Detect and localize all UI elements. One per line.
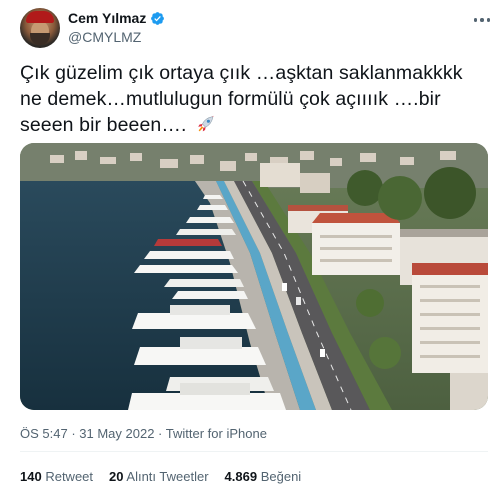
retweet-count-number: 140 [20,469,42,484]
tweet-timestamp: ÖS 5:47 · 31 May 2022 · Twitter for iPho… [20,426,267,441]
tweet-date[interactable]: 31 May 2022 [79,426,154,441]
avatar[interactable] [20,8,60,48]
more-options-icon[interactable] [472,10,492,30]
tweet-photo[interactable] [20,143,488,410]
tweet-stats: 140 Retweet 20 Alıntı Tweetler 4.869 Beğ… [20,469,301,484]
like-count[interactable]: 4.869 Beğeni [225,469,302,484]
display-name[interactable]: Cem Yılmaz [68,10,165,26]
quote-count-number: 20 [109,469,124,484]
display-name-text[interactable]: Cem Yılmaz [68,10,146,26]
retweet-label: Retweet [45,469,94,484]
tweet-source[interactable]: Twitter for iPhone [166,426,267,441]
aerial-photo[interactable] [20,143,488,410]
quote-label: Alıntı Tweetler [126,469,209,484]
like-count-number: 4.869 [224,469,258,484]
tweet-text: Çık güzelim çık ortaya çıık …aşktan sakl… [20,60,488,138]
tweet-time[interactable]: ÖS 5:47 [20,426,68,441]
like-label: Beğeni [260,469,302,484]
verified-badge-icon [151,11,165,25]
divider [20,451,488,452]
tweet-body: Çık güzelim çık ortaya çıık …aşktan sakl… [20,62,463,136]
quote-count[interactable]: 20 Alıntı Tweetler [109,469,209,484]
meta-separator: · [67,426,80,441]
meta-separator: · [154,426,166,441]
retweet-count[interactable]: 140 Retweet [20,469,93,484]
rocket-icon [198,115,214,132]
user-handle[interactable]: @CMYLMZ [68,29,141,45]
